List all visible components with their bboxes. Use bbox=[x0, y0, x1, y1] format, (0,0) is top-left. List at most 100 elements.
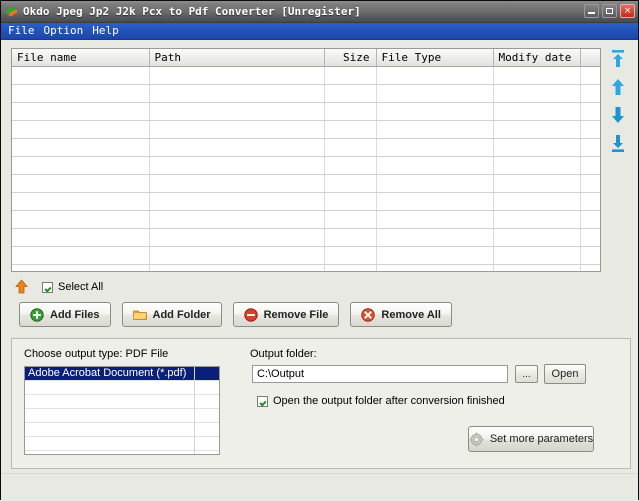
table-cell bbox=[324, 120, 377, 139]
table-cell bbox=[324, 228, 377, 247]
table-row[interactable] bbox=[12, 210, 600, 229]
table-cell bbox=[376, 246, 494, 265]
open-after-conversion-checkbox[interactable] bbox=[257, 395, 268, 407]
green-plus-icon bbox=[30, 307, 44, 322]
table-row[interactable] bbox=[12, 192, 600, 211]
move-to-bottom-button[interactable] bbox=[607, 132, 629, 154]
close-icon: × bbox=[623, 6, 632, 16]
table-cell bbox=[580, 120, 600, 139]
remove-file-button[interactable]: Remove File bbox=[232, 302, 340, 327]
table-row[interactable] bbox=[12, 66, 600, 85]
table-cell bbox=[149, 264, 325, 271]
table-row[interactable] bbox=[12, 84, 600, 103]
app-swoosh-icon bbox=[4, 4, 20, 19]
table-cell bbox=[493, 84, 581, 103]
browse-folder-button[interactable]: ... bbox=[515, 365, 538, 383]
move-to-top-button[interactable] bbox=[607, 48, 629, 70]
red-minus-icon bbox=[243, 307, 258, 322]
orange-up-arrow-icon[interactable] bbox=[13, 279, 30, 295]
table-cell bbox=[376, 156, 494, 175]
menu-item-help[interactable]: Help bbox=[90, 23, 126, 39]
table-cell bbox=[12, 264, 150, 271]
table-cell bbox=[580, 246, 600, 265]
table-body bbox=[12, 66, 600, 271]
output-folder-label: Output folder: bbox=[250, 348, 317, 360]
list-item[interactable] bbox=[25, 381, 219, 395]
set-more-parameters-button[interactable]: Set more parameters bbox=[468, 426, 594, 452]
set-more-parameters-label: Set more parameters bbox=[489, 433, 594, 445]
folder-icon bbox=[132, 308, 147, 322]
table-cell bbox=[493, 264, 581, 271]
table-cell bbox=[149, 174, 325, 193]
file-list-table[interactable]: File name Path Size File Type Modify dat… bbox=[11, 48, 601, 272]
minimize-button[interactable] bbox=[584, 4, 599, 18]
table-cell bbox=[493, 210, 581, 229]
list-item[interactable] bbox=[25, 437, 219, 451]
move-up-button[interactable] bbox=[607, 76, 629, 98]
open-folder-button[interactable]: Open bbox=[544, 364, 586, 384]
table-row[interactable] bbox=[12, 156, 600, 175]
table-row[interactable] bbox=[12, 102, 600, 121]
menu-item-option[interactable]: Option bbox=[42, 23, 91, 39]
add-folder-button[interactable]: Add Folder bbox=[121, 302, 222, 327]
add-files-button[interactable]: Add Files bbox=[19, 302, 111, 327]
table-cell bbox=[493, 102, 581, 121]
list-item-selected[interactable]: Adobe Acrobat Document (*.pdf) bbox=[25, 367, 219, 381]
status-bar bbox=[1, 473, 638, 501]
column-header-extra[interactable] bbox=[580, 49, 600, 67]
table-cell bbox=[376, 102, 494, 121]
table-row[interactable] bbox=[12, 246, 600, 265]
table-cell bbox=[580, 210, 600, 229]
column-header-modify-date[interactable]: Modify date bbox=[493, 49, 581, 67]
list-item[interactable] bbox=[25, 409, 219, 423]
table-cell bbox=[376, 120, 494, 139]
move-down-button[interactable] bbox=[607, 104, 629, 126]
table-cell bbox=[493, 66, 581, 85]
table-row[interactable] bbox=[12, 138, 600, 157]
table-cell bbox=[12, 138, 150, 157]
output-type-list[interactable]: Adobe Acrobat Document (*.pdf) bbox=[24, 366, 220, 455]
table-cell bbox=[149, 228, 325, 247]
table-cell bbox=[580, 138, 600, 157]
list-order-toolbar bbox=[605, 48, 631, 272]
list-item[interactable] bbox=[25, 395, 219, 409]
main-content: File name Path Size File Type Modify dat… bbox=[1, 40, 638, 501]
table-cell bbox=[149, 138, 325, 157]
table-cell bbox=[12, 246, 150, 265]
column-header-file-name[interactable]: File name bbox=[12, 49, 150, 67]
table-cell bbox=[580, 66, 600, 85]
table-cell bbox=[149, 102, 325, 121]
column-header-size[interactable]: Size bbox=[324, 49, 377, 67]
output-folder-input[interactable]: C:\Output bbox=[252, 365, 508, 383]
table-cell bbox=[376, 84, 494, 103]
remove-file-label: Remove File bbox=[263, 308, 329, 321]
table-row[interactable] bbox=[12, 174, 600, 193]
table-cell bbox=[324, 84, 377, 103]
table-cell bbox=[376, 174, 494, 193]
select-all-row: Select All bbox=[13, 278, 103, 296]
table-cell bbox=[324, 192, 377, 211]
table-cell bbox=[376, 264, 494, 271]
list-item[interactable] bbox=[25, 423, 219, 437]
add-folder-label: Add Folder bbox=[152, 308, 211, 321]
table-cell bbox=[580, 228, 600, 247]
close-button[interactable]: × bbox=[620, 4, 635, 18]
maximize-button[interactable] bbox=[602, 4, 617, 18]
column-header-file-type[interactable]: File Type bbox=[376, 49, 494, 67]
table-cell bbox=[493, 246, 581, 265]
window-title: Okdo Jpeg Jp2 J2k Pcx to Pdf Converter [… bbox=[23, 5, 361, 18]
column-header-path[interactable]: Path bbox=[149, 49, 325, 67]
table-row[interactable] bbox=[12, 228, 600, 247]
table-cell bbox=[12, 84, 150, 103]
select-all-checkbox[interactable] bbox=[42, 281, 53, 293]
table-cell bbox=[12, 102, 150, 121]
menu-item-file[interactable]: File bbox=[6, 23, 42, 39]
file-action-toolbar: Add Files Add Folder Remove File Remove … bbox=[19, 302, 452, 327]
remove-all-button[interactable]: Remove All bbox=[350, 302, 452, 327]
table-cell bbox=[12, 66, 150, 85]
table-cell bbox=[149, 120, 325, 139]
table-cell bbox=[376, 192, 494, 211]
table-row[interactable] bbox=[12, 264, 600, 271]
table-row[interactable] bbox=[12, 120, 600, 139]
table-cell bbox=[324, 210, 377, 229]
